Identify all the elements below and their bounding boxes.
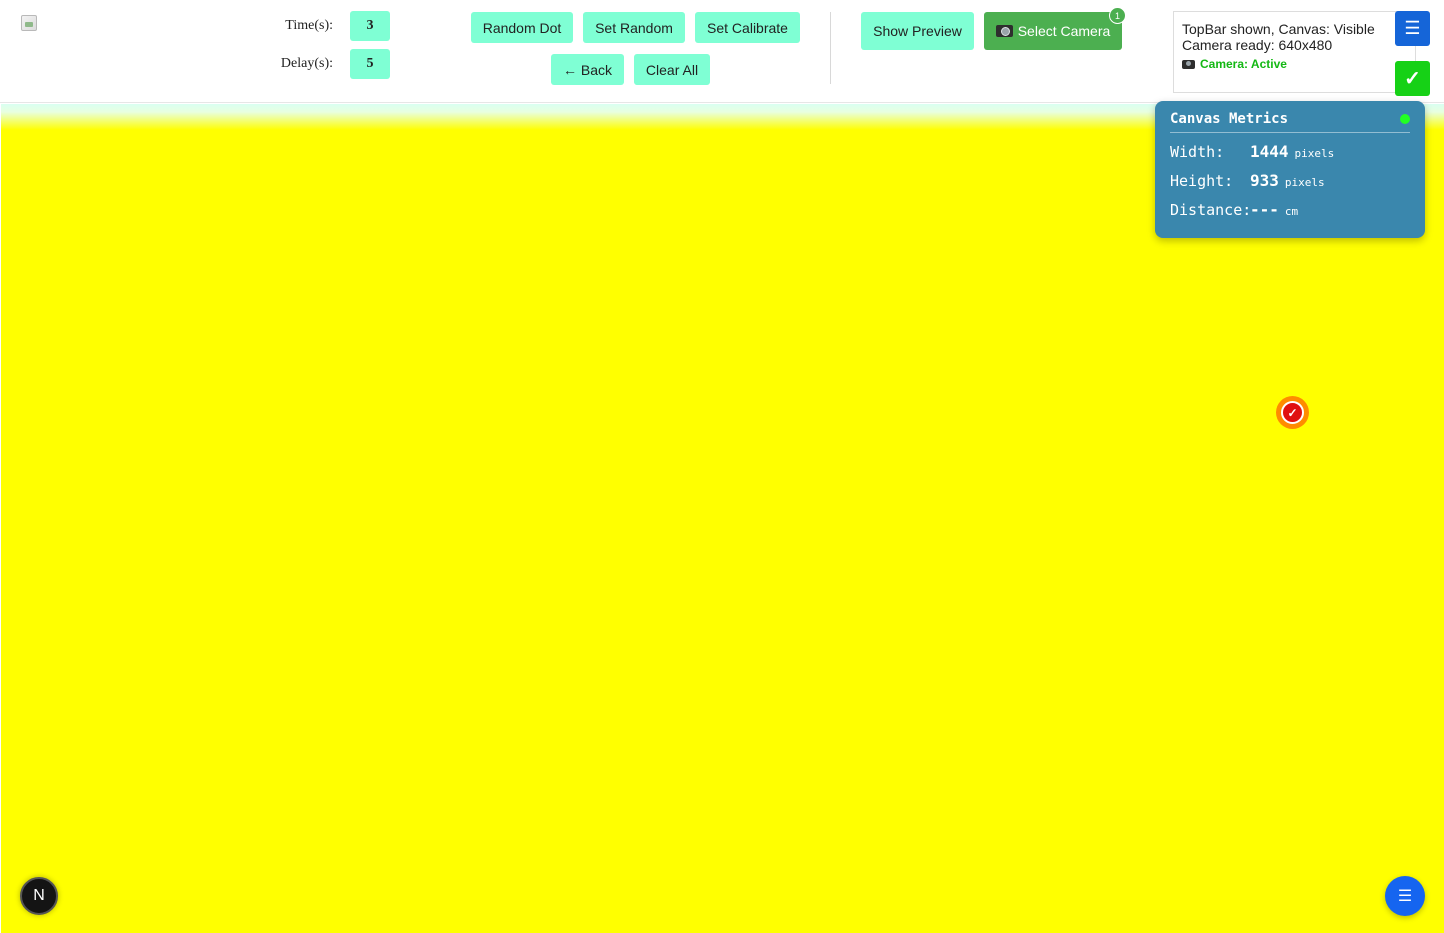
divider [830,12,831,84]
camera-status: Camera: Active [1182,56,1407,72]
random-dot-button[interactable]: Random Dot [471,12,573,43]
confirm-button[interactable]: ✓ [1395,61,1430,96]
menu-icon: ☰ [1397,888,1413,905]
width-label: Width: [1170,143,1225,161]
camera-status-text: Camera: Active [1200,57,1287,71]
delay-label: Delay(s): [280,56,333,71]
check-icon: ✓ [1404,68,1421,90]
back-button[interactable]: ← Back [551,54,624,85]
width-unit: pixels [1294,147,1335,160]
height-label: Height: [1170,172,1234,190]
show-preview-button[interactable]: Show Preview [861,12,974,50]
distance-unit: cm [1284,205,1299,218]
set-random-button[interactable]: Set Random [583,12,685,43]
height-unit: pixels [1284,176,1325,189]
logo-image [21,15,37,31]
height-value: 933 [1250,171,1279,190]
set-calibrate-button[interactable]: Set Calibrate [695,12,800,43]
clear-all-button[interactable]: Clear All [634,54,710,85]
metric-width: Width: 1444 pixels [1170,142,1410,171]
n-badge-button[interactable]: N [20,877,58,915]
camera-icon [995,25,1013,37]
width-value: 1444 [1250,142,1289,161]
menu-icon: ☰ [1404,18,1421,38]
distance-value: --- [1250,200,1279,219]
top-menu-button[interactable]: ☰ [1395,11,1430,46]
metric-distance: Distance: --- cm [1170,200,1410,229]
canvas-metrics-panel: Canvas Metrics Width: 1444 pixels Height… [1155,101,1425,238]
distance-label: Distance: [1170,201,1252,219]
status-line-1: TopBar shown, Canvas: Visible [1182,21,1375,37]
status-line-2: Camera ready: 640x480 [1182,37,1333,53]
camera-count-badge: 1 [1109,7,1126,24]
metric-height: Height: 933 pixels [1170,171,1410,200]
camera-icon [1182,59,1195,69]
time-label: Time(s): [285,18,333,33]
select-camera-label: Select Camera [1017,23,1111,39]
delay-input[interactable]: 5 [350,49,390,79]
time-input[interactable]: 3 [350,11,390,41]
status-panel: TopBar shown, Canvas: Visible Camera rea… [1173,11,1416,93]
live-indicator-dot [1400,114,1410,124]
metrics-title: Canvas Metrics [1170,111,1410,133]
select-camera-button[interactable]: Select Camera [984,12,1122,50]
top-bar: Time(s): 3 Delay(s): 5 Random Dot Set Ra… [0,0,1444,103]
calibration-dot[interactable]: ✓ [1276,396,1309,429]
check-icon: ✓ [1281,401,1304,424]
floating-menu-button[interactable]: ☰ [1385,876,1425,916]
